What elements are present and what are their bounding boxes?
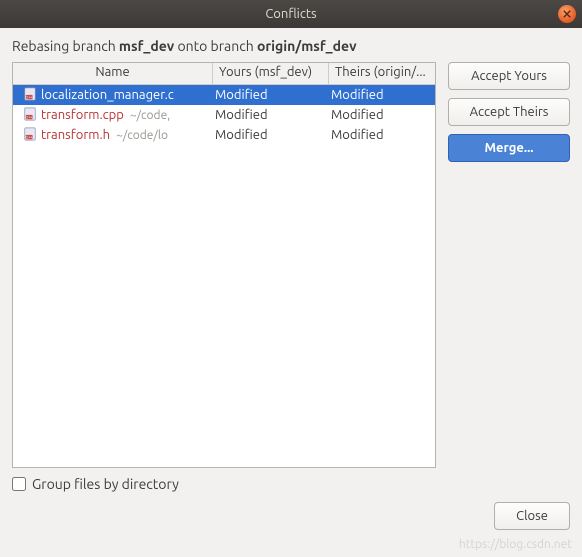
yours-cell: Modified: [213, 108, 329, 122]
dialog-content: Rebasing branch msf_dev onto branch orig…: [0, 28, 582, 542]
col-yours[interactable]: Yours (msf_dev): [213, 63, 329, 84]
close-icon[interactable]: [558, 5, 576, 23]
table-row[interactable]: C++ localization_manager.c Modified Modi…: [13, 85, 435, 105]
file-name: localization_manager.c: [41, 88, 174, 102]
target-branch: origin/msf_dev: [257, 38, 357, 54]
table-header: Name Yours (msf_dev) Theirs (origin/...: [13, 63, 435, 85]
titlebar: Conflicts: [0, 0, 582, 28]
merge-button[interactable]: Merge...: [448, 134, 570, 162]
group-files-checkbox[interactable]: Group files by directory: [12, 476, 570, 492]
rebase-header: Rebasing branch msf_dev onto branch orig…: [12, 38, 570, 54]
cpp-file-icon: C++: [23, 87, 37, 104]
file-name: transform.h: [41, 128, 110, 142]
window-title: Conflicts: [265, 7, 316, 21]
accept-yours-button[interactable]: Accept Yours: [448, 62, 570, 90]
svg-text:C++: C++: [25, 94, 33, 99]
yours-cell: Modified: [213, 128, 329, 142]
theirs-cell: Modified: [329, 128, 435, 142]
action-buttons: Accept Yours Accept Theirs Merge...: [448, 62, 570, 468]
yours-cell: Modified: [213, 88, 329, 102]
svg-text:C++: C++: [25, 134, 33, 139]
file-path: ~/code,: [130, 109, 170, 122]
table-row[interactable]: C++ transform.h ~/code/lo Modified Modif…: [13, 125, 435, 145]
file-name: transform.cpp: [41, 108, 124, 122]
accept-theirs-button[interactable]: Accept Theirs: [448, 98, 570, 126]
conflicts-table[interactable]: Name Yours (msf_dev) Theirs (origin/... …: [12, 62, 436, 468]
cpp-file-icon: C++: [23, 127, 37, 144]
close-button[interactable]: Close: [494, 502, 570, 530]
theirs-cell: Modified: [329, 88, 435, 102]
cpp-file-icon: C++: [23, 107, 37, 124]
source-branch: msf_dev: [119, 38, 174, 54]
file-path: ~/code/lo: [116, 129, 168, 142]
group-files-label: Group files by directory: [32, 476, 179, 492]
group-files-input[interactable]: [12, 477, 26, 491]
col-name[interactable]: Name: [13, 63, 213, 84]
table-row[interactable]: C++ transform.cpp ~/code, Modified Modif…: [13, 105, 435, 125]
col-theirs[interactable]: Theirs (origin/...: [329, 63, 435, 84]
theirs-cell: Modified: [329, 108, 435, 122]
svg-text:C++: C++: [25, 114, 33, 119]
